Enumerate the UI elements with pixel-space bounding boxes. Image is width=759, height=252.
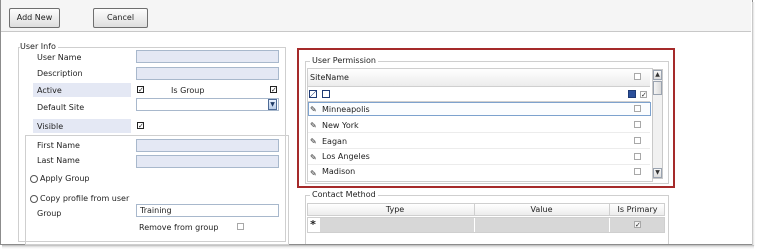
add-new-button[interactable]: Add New — [9, 8, 60, 28]
permission-row-site: New York — [322, 121, 359, 130]
remove-from-group-label: Remove from group — [139, 223, 219, 232]
permission-grid-header — [308, 69, 650, 87]
description-input[interactable] — [136, 67, 279, 80]
pencil-icon: ✎ — [310, 105, 317, 114]
is-group-label: Is Group — [171, 86, 205, 95]
pencil-icon: ✎ — [310, 153, 317, 162]
apply-group-radio[interactable] — [30, 175, 38, 183]
user-permission-title: User Permission — [310, 55, 378, 66]
contact-method-title: Contact Method — [310, 189, 378, 200]
type-column-header: Type — [385, 205, 405, 214]
default-site-select[interactable] — [136, 98, 279, 111]
filter-clear-icon[interactable] — [309, 90, 317, 98]
pencil-icon: ✎ — [310, 169, 317, 178]
column-divider — [474, 204, 475, 215]
active-checkbox[interactable]: ✓ — [137, 86, 144, 94]
is-group-checkbox[interactable]: ✓ — [270, 86, 277, 94]
first-name-input[interactable] — [136, 139, 279, 152]
filter-options-icon[interactable] — [628, 90, 636, 98]
visible-label: Visible — [37, 122, 64, 131]
group-label: Group — [37, 209, 62, 218]
permission-row-site: Eagan — [322, 137, 348, 146]
permission-row[interactable] — [308, 165, 650, 179]
pencil-icon: ✎ — [310, 137, 317, 146]
permission-row[interactable] — [308, 117, 650, 133]
is-primary-column-header: Is Primary — [617, 205, 658, 214]
is-primary-checkbox[interactable]: ✓ — [634, 221, 641, 229]
permission-row-checkbox[interactable] — [634, 153, 641, 160]
column-divider — [474, 218, 475, 232]
first-name-label: First Name — [37, 141, 80, 150]
group-input[interactable]: Training — [136, 204, 279, 217]
cancel-button[interactable]: Cancel — [93, 8, 148, 28]
scroll-down-icon[interactable]: ▼ — [653, 168, 662, 178]
panel-shadow-right — [752, 2, 755, 246]
permission-row-checkbox[interactable] — [634, 137, 641, 144]
sitename-column-header: SiteName — [310, 73, 349, 82]
filter-checkbox[interactable]: ✓ — [640, 91, 647, 99]
permission-row-checkbox[interactable] — [634, 168, 641, 175]
user-name-label: User Name — [37, 53, 82, 62]
permission-row-site: Minneapolis — [322, 105, 370, 114]
description-label: Description — [37, 69, 83, 78]
contact-new-row-cells[interactable] — [320, 218, 609, 232]
last-name-label: Last Name — [37, 156, 80, 165]
active-label: Active — [37, 86, 62, 95]
scroll-thumb[interactable] — [653, 81, 662, 95]
permission-row-site: Los Angeles — [322, 152, 370, 161]
permission-row-site: Madison — [322, 167, 356, 176]
header-select-all-checkbox[interactable] — [634, 73, 641, 80]
permission-filter-row — [308, 87, 650, 102]
user-info-title: User Info — [20, 41, 58, 52]
visible-checkbox[interactable]: ✓ — [137, 122, 144, 130]
scroll-up-icon[interactable]: ▲ — [653, 70, 662, 80]
copy-profile-radio[interactable] — [30, 195, 38, 203]
copy-profile-label: Copy profile from user — [40, 194, 130, 203]
panel-shadow-bottom — [2, 245, 754, 249]
pencil-icon: ✎ — [310, 121, 317, 130]
filter-options-icon[interactable] — [322, 90, 330, 98]
new-row-marker: * — [310, 218, 316, 231]
remove-from-group-checkbox[interactable] — [237, 223, 244, 230]
permission-row-checkbox[interactable] — [634, 105, 641, 112]
column-divider — [609, 204, 610, 215]
value-column-header: Value — [530, 205, 553, 214]
permission-row-checkbox[interactable] — [634, 121, 641, 128]
last-name-input[interactable] — [136, 155, 279, 168]
permission-row[interactable] — [308, 133, 650, 149]
user-name-input[interactable] — [136, 50, 279, 63]
chevron-down-icon[interactable]: ▼ — [268, 99, 277, 110]
default-site-label: Default Site — [37, 103, 85, 112]
apply-group-label: Apply Group — [40, 174, 90, 183]
